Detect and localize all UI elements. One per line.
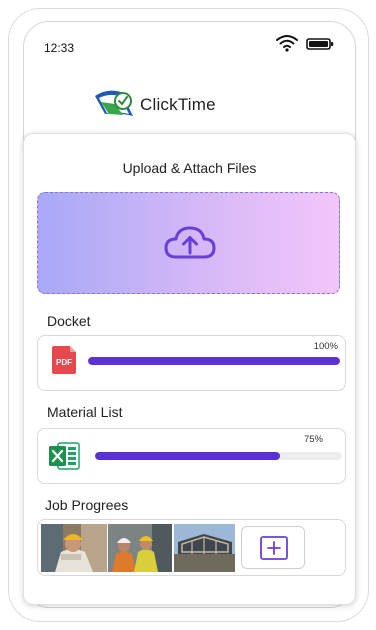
- job-progress-gallery: [37, 519, 346, 576]
- svg-text:PDF: PDF: [56, 358, 72, 367]
- docket-progress-percent: 100%: [313, 341, 338, 352]
- upload-dropzone[interactable]: [37, 192, 340, 294]
- material-list-file-card[interactable]: 75%: [37, 428, 346, 484]
- battery-icon: [306, 38, 334, 50]
- clicktime-logo-icon: [95, 90, 133, 116]
- docket-progress-fill: [88, 357, 340, 365]
- add-photo-button[interactable]: [241, 526, 305, 569]
- cloud-upload-icon: [164, 226, 216, 259]
- construction-site-photo[interactable]: [174, 524, 235, 572]
- docket-file-card[interactable]: PDF 100%: [37, 335, 346, 391]
- excel-file-icon: [49, 442, 80, 470]
- workers-photo[interactable]: [108, 524, 172, 572]
- material-list-progress-percent: 75%: [303, 434, 323, 445]
- status-time: 12:33: [44, 41, 75, 55]
- material-list-label: Material List: [47, 404, 123, 420]
- docket-progress-track: [88, 357, 340, 365]
- brand-name: ClickTime: [140, 95, 216, 114]
- job-progress-label: Job Progrees: [45, 497, 129, 513]
- card-title: Upload & Attach Files: [122, 160, 257, 176]
- material-list-progress-fill: [95, 452, 281, 460]
- wifi-icon: [276, 35, 298, 52]
- add-photo-icon: [260, 536, 288, 560]
- docket-label: Docket: [47, 313, 91, 329]
- engineer-photo[interactable]: [41, 524, 107, 572]
- pdf-file-icon: PDF: [52, 346, 76, 374]
- upload-card: Upload & Attach Files Docket PDF 100% Ma…: [23, 133, 356, 605]
- material-list-progress-track: [95, 452, 342, 460]
